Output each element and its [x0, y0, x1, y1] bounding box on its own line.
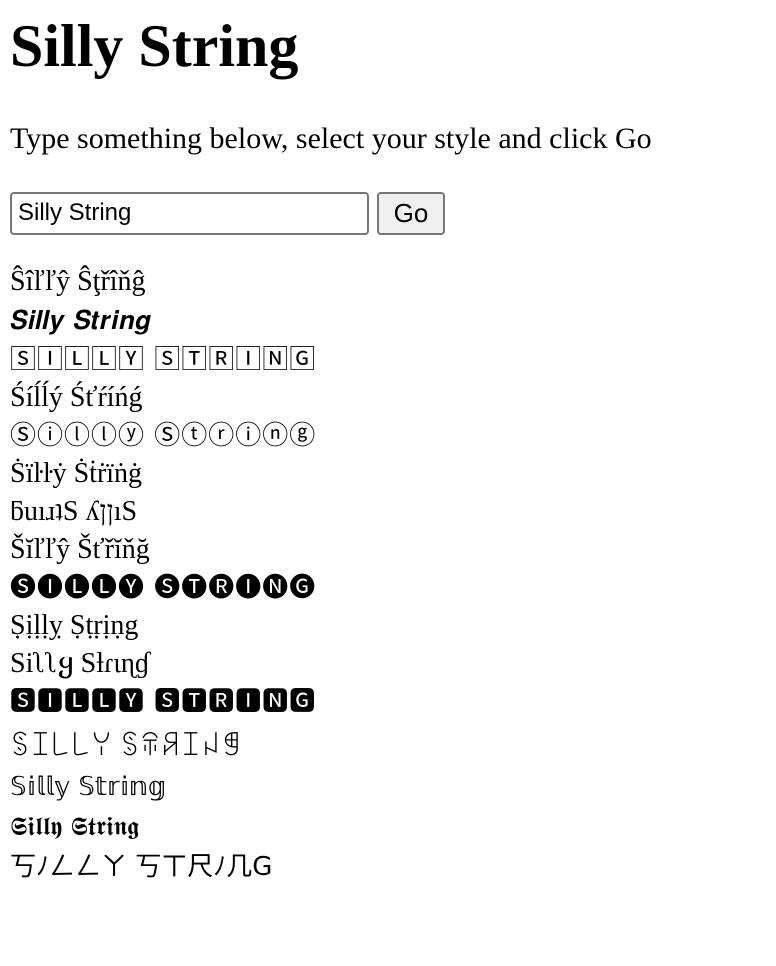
- result-bold-italic[interactable]: 𝑺𝒊𝒍𝒍𝒚 𝑺𝒕𝒓𝒊𝒏𝒈: [10, 301, 766, 341]
- result-yi-script[interactable]: ꌗꀤ꒒꒒ꌩ ꌗꋖꋪꀤꈤꁅ: [10, 727, 766, 767]
- result-dot-above[interactable]: Ṡïŀŀẏ Ṡṫṙïṅġ: [10, 455, 766, 493]
- go-button[interactable]: Go: [377, 191, 445, 235]
- input-form: Go: [10, 191, 766, 235]
- results-list: Ŝîľľŷ Ŝţřîňĝ 𝑺𝒊𝒍𝒍𝒚 𝑺𝒕𝒓𝒊𝒏𝒈 🅂🄸🄻🄻🅈 🅂🅃🅁🄸🄽🄶 Ś…: [10, 263, 766, 887]
- text-input[interactable]: [10, 191, 369, 235]
- result-dot-below[interactable]: Ṣịḷḷỵ Ṣṭṛịṇg: [10, 607, 766, 645]
- result-squared[interactable]: 🅂🄸🄻🄻🅈 🅂🅃🅁🄸🄽🄶: [10, 341, 766, 379]
- result-circled[interactable]: Ⓢⓘⓛⓛⓨ Ⓢⓣⓡⓘⓝⓖ: [10, 417, 766, 455]
- result-negative-circled[interactable]: 🅢🅘🅛🅛🅨 🅢🅣🅡🅘🅝🅖: [10, 569, 766, 607]
- page-title: Silly String: [10, 13, 299, 79]
- result-negative-squared[interactable]: 🆂🅸🅻🅻🆈 🆂🆃🆁🅸🅽🅶: [10, 683, 766, 721]
- instructions-text: Type something below, select your style …: [10, 122, 652, 155]
- result-acute[interactable]: Śíĺĺý Śťŕíńǵ: [10, 379, 766, 417]
- result-caron[interactable]: Šĭľľŷ Šťřĭňğ: [10, 531, 766, 569]
- result-curly[interactable]: Siʅʅყ Sƚɾιɳɠ: [10, 645, 766, 683]
- page: Silly String Type something below, selec…: [0, 0, 776, 887]
- result-circumflex[interactable]: Ŝîľľŷ Ŝţřîňĝ: [10, 263, 766, 301]
- result-cjk-style[interactable]: 丂ﾉㄥㄥㄚ 丂ㄒ尺ﾉ几G: [10, 847, 766, 887]
- result-double-struck[interactable]: 𝕊𝕚𝕝𝕝𝕪 𝕊𝕥𝕣𝕚𝕟𝕘: [10, 767, 766, 807]
- result-upside-down[interactable]: ƃuıɹʇS ʎןןıS: [10, 493, 766, 531]
- result-fraktur[interactable]: 𝕾𝖎𝖑𝖑𝖞 𝕾𝖙𝖗𝖎𝖓𝖌: [10, 807, 766, 847]
